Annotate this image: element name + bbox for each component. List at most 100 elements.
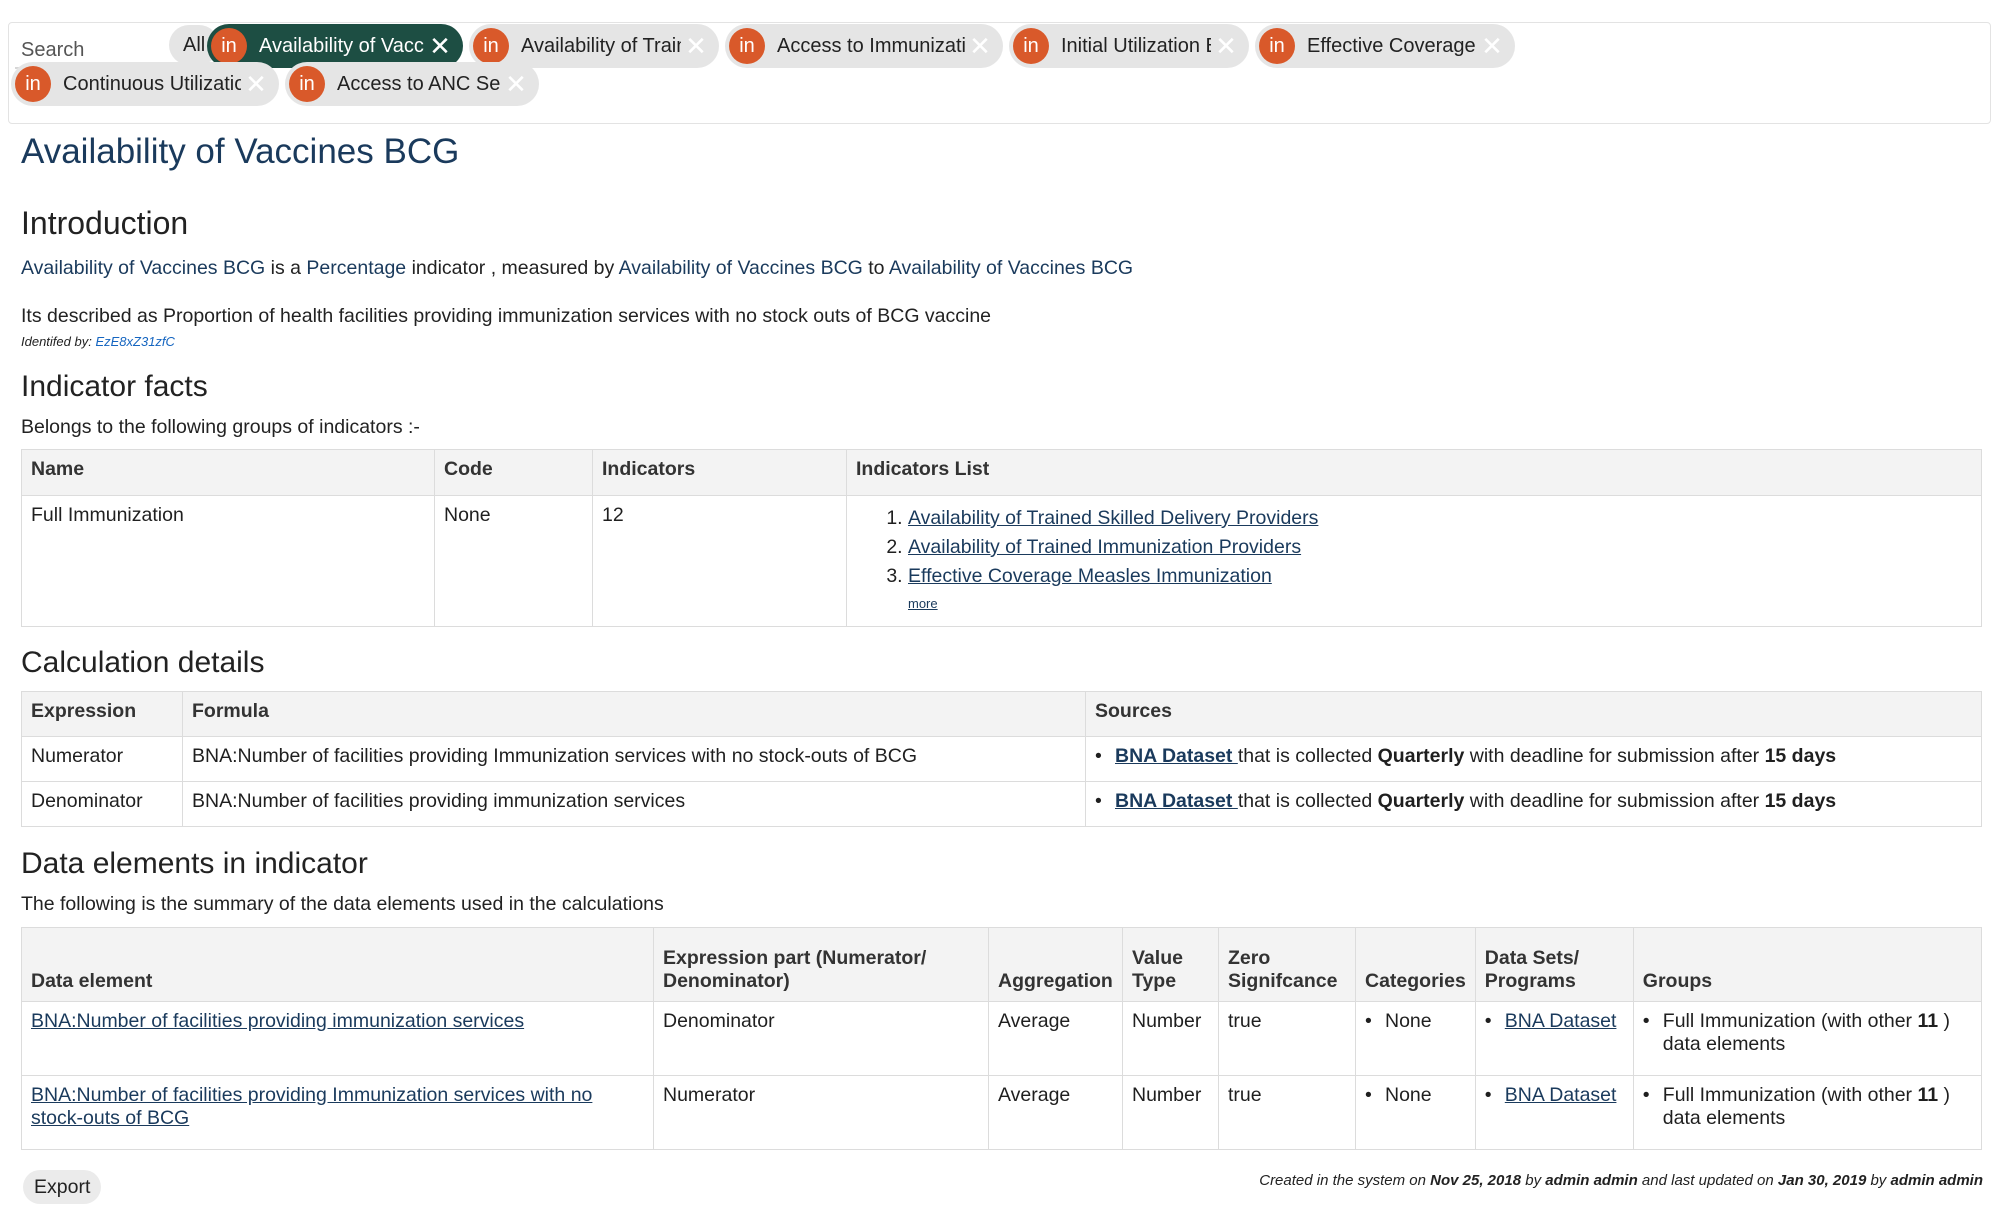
tab-label: Access to ANC Services.... [337,72,501,95]
avatar: in [211,28,247,64]
tab-label: Effective Coverage Full I.... [1307,34,1477,57]
column-header: Sources [1085,691,1982,737]
data-element-link[interactable]: BNA:Number of facilities providing Immun… [31,1084,592,1129]
data-elements-subtitle: The following is the summary of the data… [21,893,664,915]
tab-initial-utilization-bcg[interactable]: in Initial Utilization BCG.... ✕ [1009,24,1249,68]
column-header: Zero Signifcance [1218,927,1356,1002]
table-row: BNA:Number of facilities providing Immun… [21,1075,1983,1150]
dataset-link[interactable]: BNA Dataset [1115,745,1238,767]
dataset-link[interactable]: BNA Dataset [1505,1084,1617,1106]
column-header: Indicators List [846,449,1982,496]
source-cell: BNA Dataset that is collected Quarterly … [1085,736,1982,782]
datasets-cell: BNA Dataset [1474,1075,1634,1150]
list-item: Effective Coverage Measles Immunization [908,562,1972,591]
close-icon[interactable]: ✕ [241,71,271,97]
expression-part-cell: Denominator [653,1001,989,1076]
column-header: Indicators [592,449,847,496]
group-item: Full Immunization (with other 11 ) data … [1643,1084,1972,1130]
avatar: in [15,66,51,102]
page-title: Availability of Vaccines BCG [21,132,460,171]
indicator-link[interactable]: Effective Coverage Measles Immunization [908,565,1272,587]
data-element-link[interactable]: BNA:Number of facilities providing immun… [31,1010,524,1032]
more-link[interactable]: more [908,596,938,611]
creator-name: admin admin [1545,1172,1638,1189]
export-button[interactable]: Export [23,1170,102,1204]
value-type-cell: Number [1122,1075,1219,1150]
numerator-link[interactable]: Availability of Vaccines BCG [619,257,863,279]
text-fragment: Full Immunization (with other [1662,1084,1918,1106]
calculation-table: Expression Formula Sources Numerator BNA… [21,691,1982,827]
group-count: 11 [1917,1084,1939,1106]
tab-label: Continuous Utilization DP.... [63,72,241,95]
category-item: None [1365,1084,1466,1107]
indicator-facts-heading: Indicator facts [21,370,208,403]
updater-name: admin admin [1890,1172,1983,1189]
data-element-cell: BNA:Number of facilities providing immun… [21,1001,654,1076]
table-row: Numerator BNA:Number of facilities provi… [21,736,1982,782]
close-icon[interactable]: ✕ [425,33,455,59]
indicator-description: Its described as Proportion of health fa… [21,305,992,327]
aggregation-cell: Average [988,1075,1123,1150]
dataset-item: BNA Dataset [1485,1084,1624,1107]
close-icon[interactable]: ✕ [1477,33,1507,59]
close-icon[interactable]: ✕ [965,33,995,59]
text-fragment: and last updated on [1637,1172,1778,1189]
dataset-link[interactable]: BNA Dataset [1505,1010,1617,1032]
column-header: Expression part (Numerator/ Denominator) [653,927,989,1002]
data-elements-table: Data element Expression part (Numerator/… [21,927,1983,1150]
identifier-code[interactable]: EzE8xZ31zfC [95,334,174,349]
identifier-line: Identifed by: EzE8xZ31zfC [21,334,175,349]
tab-access-to-immunization[interactable]: in Access to Immunization Se.... ✕ [725,24,1003,68]
period-value: Quarterly [1377,790,1465,812]
indicator-link[interactable]: Availability of Trained Immunization Pro… [908,536,1301,558]
indicator-type-link[interactable]: Percentage [306,257,406,279]
indicator-name-link[interactable]: Availability of Vaccines BCG [21,257,265,279]
deadline-value: 15 days [1764,745,1837,767]
column-header: Data element [21,927,654,1002]
avatar: in [473,28,509,64]
updated-date: Jan 30, 2019 [1777,1172,1867,1189]
column-header: Code [434,449,593,496]
formula-cell: BNA:Number of facilities providing Immun… [182,736,1086,782]
column-header: Groups [1632,927,1983,1002]
deadline-value: 15 days [1764,790,1837,812]
text-fragment: indicator , measured by [406,257,619,279]
dataset-link[interactable]: BNA Dataset [1115,790,1238,812]
close-icon[interactable]: ✕ [1211,33,1241,59]
tab-access-to-anc-services[interactable]: in Access to ANC Services.... ✕ [285,62,539,106]
value-type-cell: Number [1122,1001,1219,1076]
source-cell: BNA Dataset that is collected Quarterly … [1085,781,1982,827]
column-header: Formula [182,691,1086,737]
text-fragment: Created in the system on [1259,1172,1431,1189]
all-label: All [183,33,206,56]
text-fragment: by [1521,1172,1546,1189]
table-row: BNA:Number of facilities providing immun… [21,1001,1983,1076]
introduction-heading: Introduction [21,205,189,241]
group-count: 11 [1917,1010,1939,1032]
categories-cell: None [1355,1075,1476,1150]
table-row: Full Immunization None 12 Availability o… [21,495,1982,627]
indicator-tab-bar: All in Availability of Vaccines .... ✕ i… [8,22,1991,124]
text-fragment: that is collected [1237,745,1378,767]
aggregation-cell: Average [988,1001,1123,1076]
column-header: Name [21,449,435,496]
identifier-label: Identifed by: [21,334,96,349]
indicator-groups-table: Name Code Indicators Indicators List Ful… [21,449,1982,627]
denominator-link[interactable]: Availability of Vaccines BCG [889,257,1133,279]
column-header: Value Type [1122,927,1219,1002]
table-row: Denominator BNA:Number of facilities pro… [21,781,1982,827]
indicator-link[interactable]: Availability of Trained Skilled Delivery… [908,507,1318,529]
list-item: Availability of Trained Skilled Delivery… [908,504,1972,533]
close-icon[interactable]: ✕ [501,71,531,97]
text-fragment: Full Immunization (with other [1662,1010,1918,1032]
tab-effective-coverage-full[interactable]: in Effective Coverage Full I.... ✕ [1255,24,1515,68]
source-item: BNA Dataset that is collected Quarterly … [1095,790,1972,813]
tab-label: Access to Immunization Se.... [777,34,965,57]
group-item: Full Immunization (with other 11 ) data … [1643,1010,1972,1056]
text-fragment: by [1866,1172,1891,1189]
group-indicator-count: 12 [592,495,847,627]
tab-label: Initial Utilization BCG.... [1061,34,1211,57]
tab-label: Availability of Vaccines .... [259,34,425,57]
close-icon[interactable]: ✕ [681,33,711,59]
tab-continuous-utilization-dp[interactable]: in Continuous Utilization DP.... ✕ [11,62,279,106]
